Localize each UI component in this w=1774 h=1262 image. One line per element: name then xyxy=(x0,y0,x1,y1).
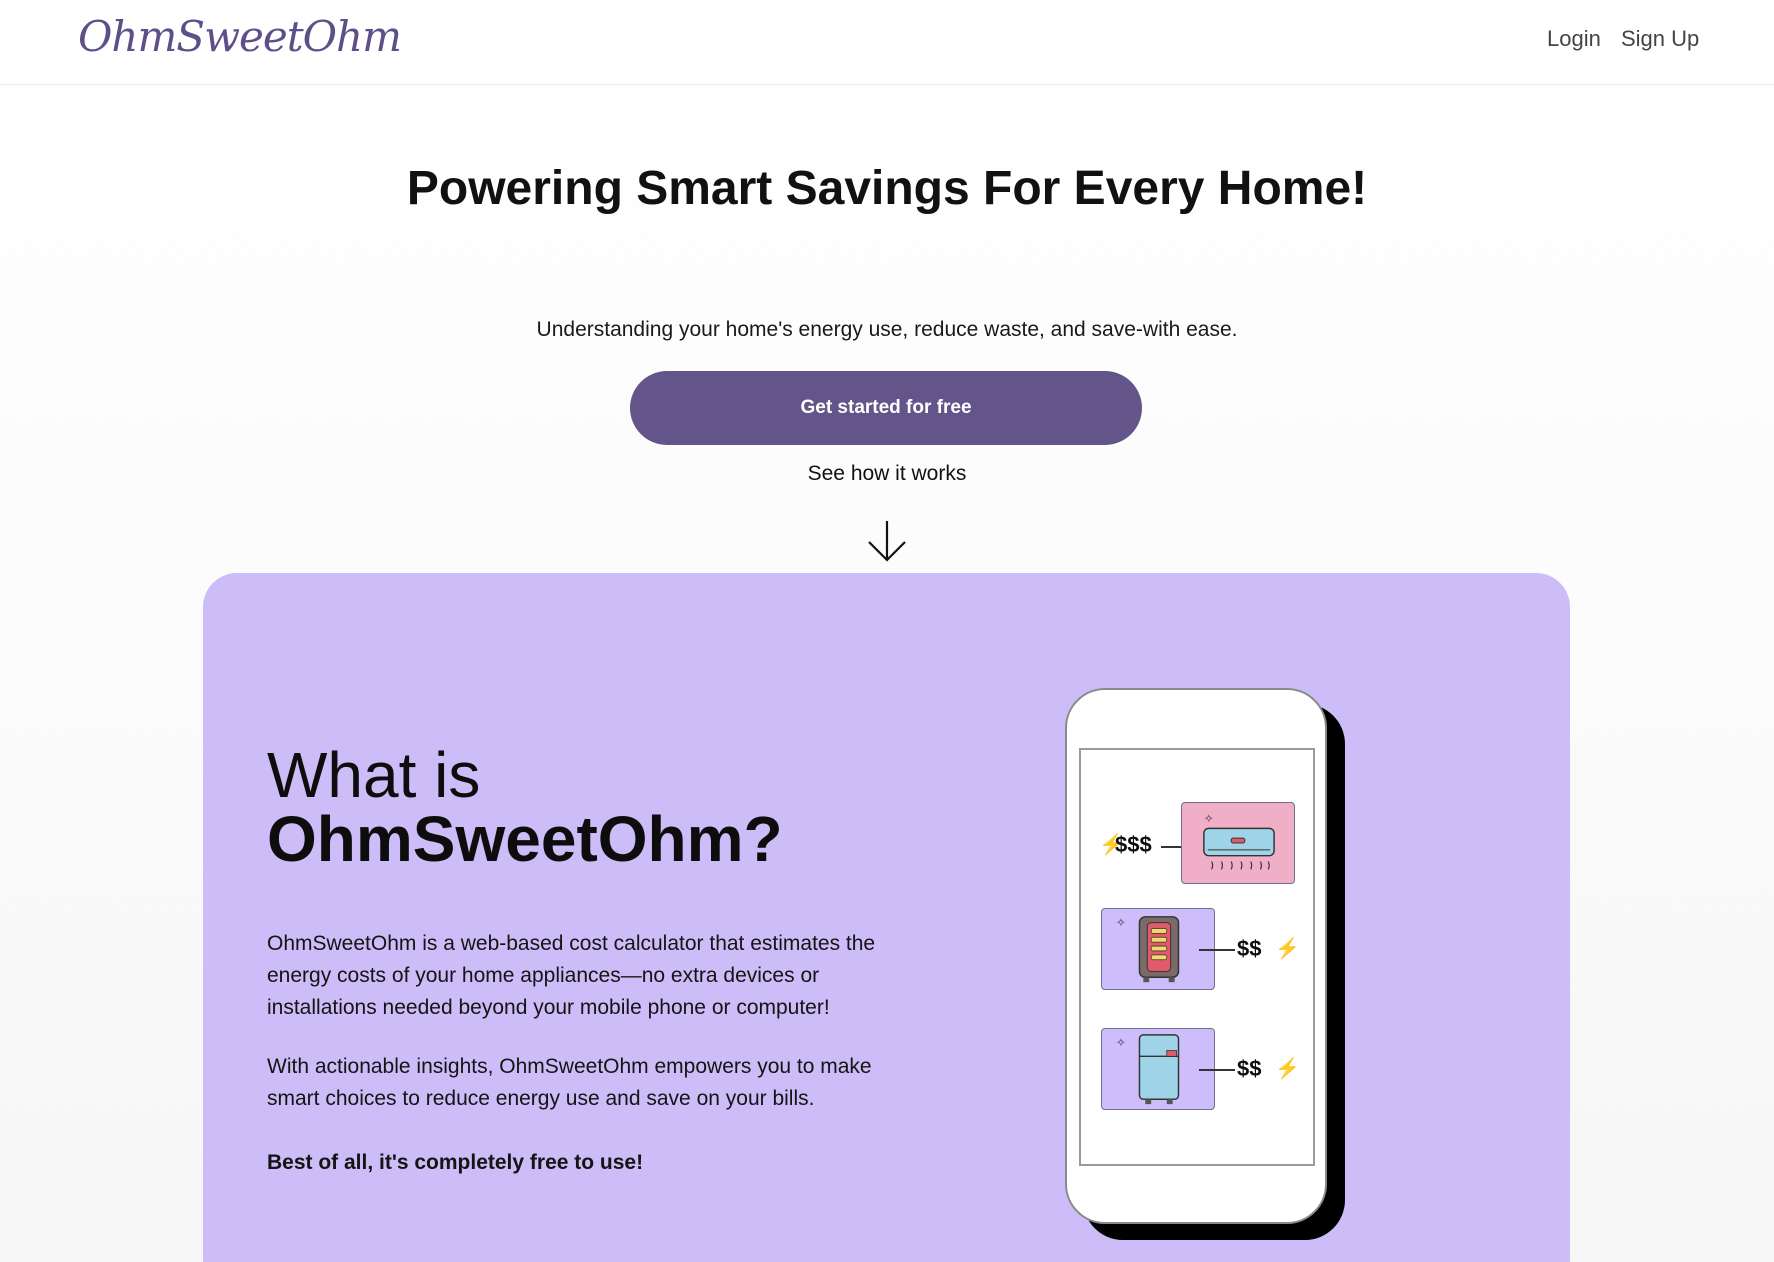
air-conditioner-icon: ✧ xyxy=(1203,812,1275,870)
lightning-icon: ⚡ xyxy=(1275,1058,1300,1080)
cost-label: $$$ xyxy=(1115,832,1152,857)
about-title: What is OhmSweetOhm? xyxy=(267,743,783,871)
phone-screen: ⚡ $$$ ✧ ✧ $$ ⚡ ✧ $$ ⚡ xyxy=(1079,748,1315,1166)
refrigerator-tile: ✧ xyxy=(1101,1028,1215,1110)
signup-link[interactable]: Sign Up xyxy=(1621,26,1699,52)
logo[interactable]: OhmSweetOhm xyxy=(78,12,402,61)
svg-text:✧: ✧ xyxy=(1116,916,1126,930)
connector-line xyxy=(1199,949,1235,951)
about-paragraph-1: OhmSweetOhm is a web-based cost calculat… xyxy=(267,932,876,1019)
hero-subtitle: Understanding your home's energy use, re… xyxy=(536,318,1238,341)
cost-label: $$ xyxy=(1237,936,1262,961)
about-title-line1: What is xyxy=(267,739,481,811)
phone-frame: ⚡ $$$ ✧ ✧ $$ ⚡ ✧ $$ ⚡ xyxy=(1065,688,1327,1224)
about-title-line2: OhmSweetOhm? xyxy=(267,803,783,875)
see-how-it-works-link[interactable]: See how it works xyxy=(687,462,1087,486)
space-heater-icon: ✧ xyxy=(1116,916,1180,983)
hero-title: Powering Smart Savings For Every Home! xyxy=(406,162,1368,215)
arrow-down-icon[interactable] xyxy=(864,518,910,564)
cost-label: $$ xyxy=(1237,1056,1262,1081)
about-paragraph-2: With actionable insights, OhmSweetOhm em… xyxy=(267,1055,872,1110)
about-paragraph-3: Best of all, it's completely free to use… xyxy=(267,1151,644,1174)
svg-text:✧: ✧ xyxy=(1204,812,1214,826)
refrigerator-icon: ✧ xyxy=(1116,1034,1180,1105)
connector-line xyxy=(1199,1069,1235,1071)
site-header: OhmSweetOhm Login Sign Up xyxy=(0,0,1774,85)
svg-text:✧: ✧ xyxy=(1116,1036,1126,1050)
about-panel: What is OhmSweetOhm? OhmSweetOhm is a we… xyxy=(203,573,1570,1262)
lightning-icon: ⚡ xyxy=(1275,938,1300,960)
phone-illustration: ⚡ $$$ ✧ ✧ $$ ⚡ ✧ $$ ⚡ xyxy=(1065,688,1365,1248)
air-conditioner-tile: ✧ xyxy=(1181,802,1295,884)
login-link[interactable]: Login xyxy=(1547,26,1601,52)
get-started-button[interactable]: Get started for free xyxy=(630,371,1142,445)
space-heater-tile: ✧ xyxy=(1101,908,1215,990)
